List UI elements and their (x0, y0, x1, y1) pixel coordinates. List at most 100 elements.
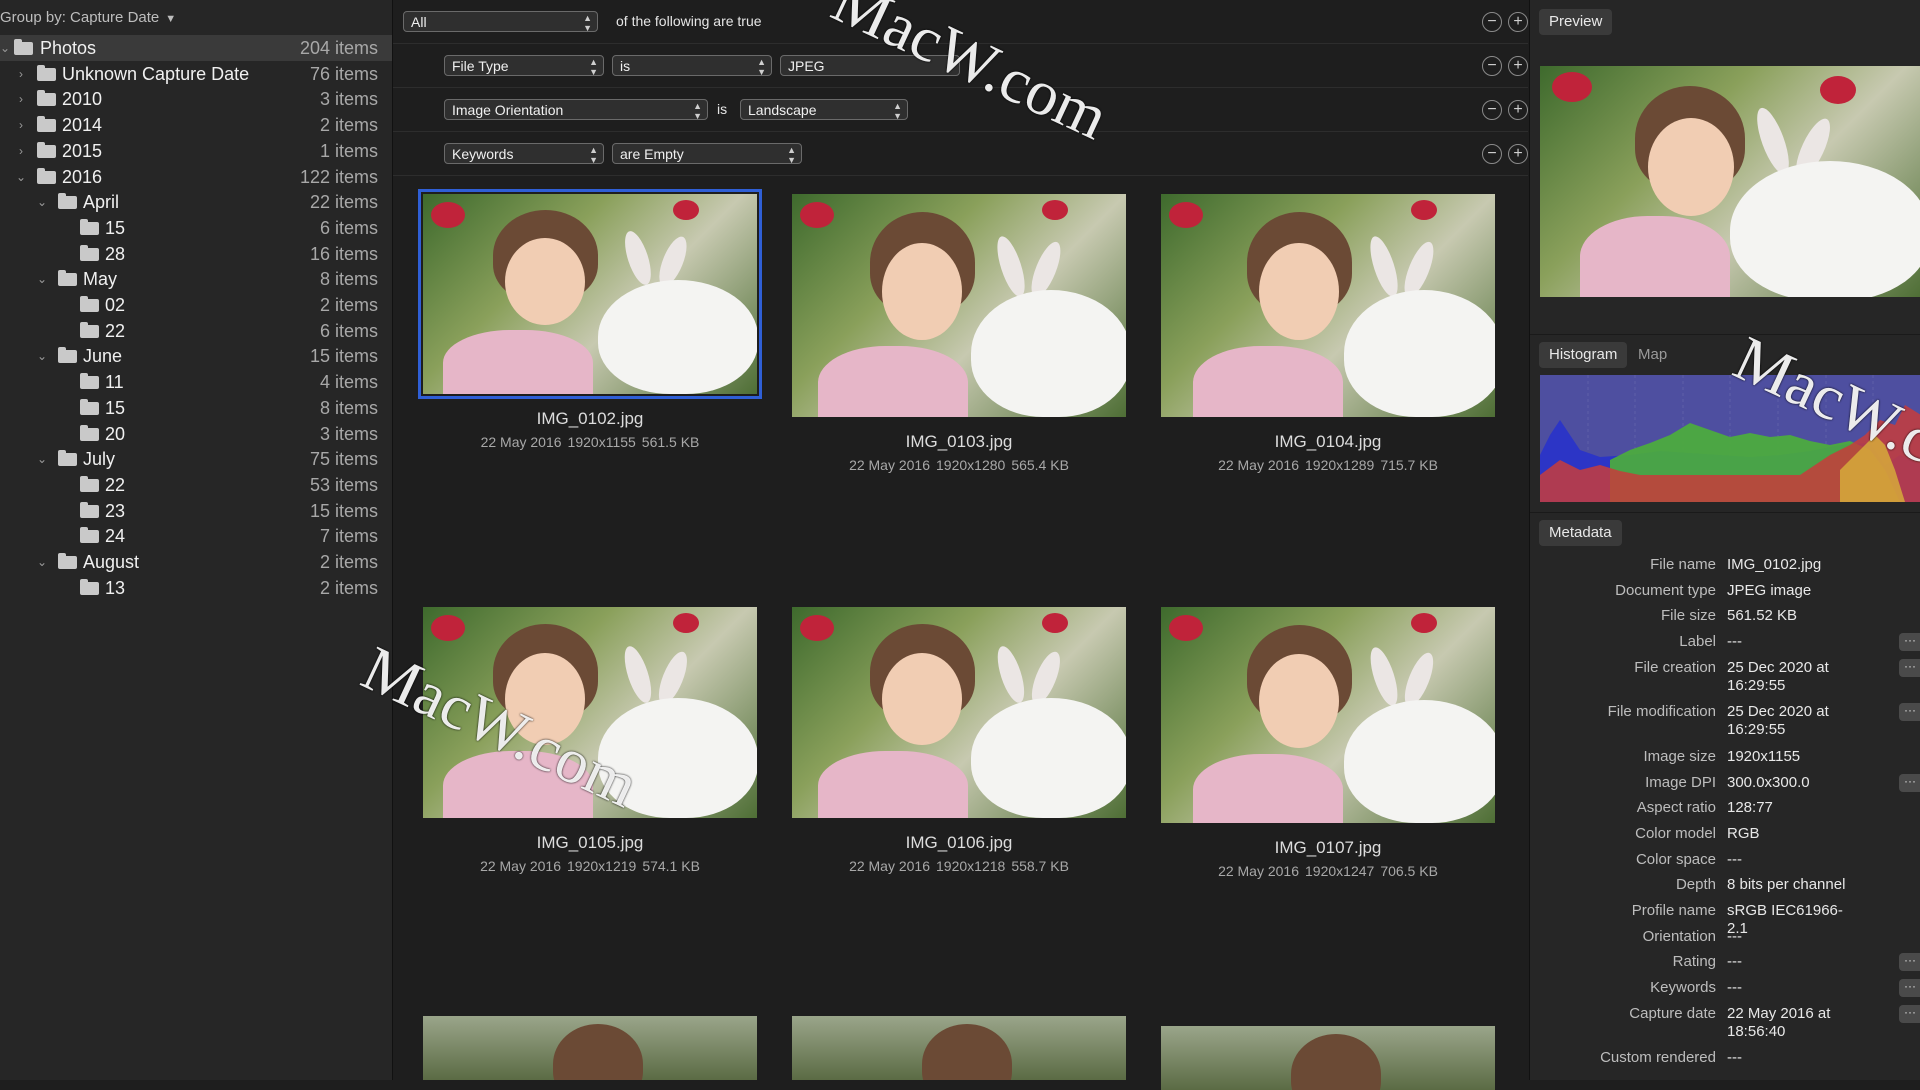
more-icon[interactable]: ··· (1899, 953, 1920, 972)
thumbnail-filename: IMG_0107.jpg (1274, 838, 1382, 857)
thumbnail-image[interactable] (1161, 194, 1495, 417)
sidebar-item[interactable]: 11 4 items (0, 369, 392, 395)
rule-operator-select[interactable]: are Empty ▲ ▼ (612, 143, 802, 164)
sidebar-item[interactable]: 15 8 items (0, 395, 392, 421)
sidebar-item-count: 2 items (319, 577, 378, 598)
rule-value-select[interactable]: JPEG (780, 55, 960, 76)
more-icon[interactable]: ··· (1899, 658, 1920, 677)
match-value: All (411, 14, 427, 30)
sidebar-item[interactable]: ⌄ May 8 items (0, 266, 392, 292)
sidebar-item[interactable]: ⌄ July 75 items (0, 446, 392, 472)
thumbnail-image[interactable] (792, 1016, 1126, 1080)
more-icon[interactable]: ··· (1899, 703, 1920, 722)
updown-icon: ▲ ▼ (757, 57, 766, 76)
chevron-down-icon[interactable]: ⌄ (35, 446, 49, 472)
rule-field-select[interactable]: File Type ▲ ▼ (444, 55, 604, 76)
more-icon[interactable]: ··· (1899, 773, 1920, 792)
flower (1411, 613, 1437, 633)
thumbnail-dims: 1920x1155 (567, 434, 636, 450)
sidebar-item[interactable]: ⌄ June 15 items (0, 343, 392, 369)
girl-figure (818, 750, 968, 818)
divider (1530, 334, 1920, 335)
sidebar-item[interactable]: ⌄ Photos 204 items (0, 35, 392, 61)
remove-rule-button[interactable]: − (1482, 100, 1502, 120)
folder-icon (80, 398, 99, 415)
remove-rule-button[interactable]: − (1482, 144, 1502, 164)
sidebar-item[interactable]: 23 15 items (0, 498, 392, 524)
girl-face (505, 237, 585, 325)
sidebar-item[interactable]: ⌄ April 22 items (0, 189, 392, 215)
metadata-tab[interactable]: Metadata (1539, 520, 1622, 546)
sidebar-item[interactable]: 13 2 items (0, 575, 392, 601)
thumbnail-image[interactable] (418, 189, 762, 399)
remove-rule-button[interactable]: − (1482, 12, 1502, 32)
metadata-value: 22 May 2016 at 18:56:40 (1727, 1004, 1831, 1040)
histogram-svg (1540, 375, 1920, 502)
add-rule-button[interactable]: + (1508, 144, 1528, 164)
rule-value-select[interactable]: Landscape ▲ ▼ (740, 99, 908, 120)
sidebar-item[interactable]: › 2014 2 items (0, 112, 392, 138)
thumbnail-info: 22 May 2016 1920x1289 715.7 KB (1161, 457, 1495, 473)
thumbnail-image[interactable] (423, 1016, 757, 1080)
sidebar-item[interactable]: ⌄ August 2 items (0, 549, 392, 575)
sidebar-item[interactable]: › 2010 3 items (0, 86, 392, 112)
histogram-tab[interactable]: Histogram (1539, 342, 1628, 368)
rule-field-select[interactable]: Image Orientation ▲ ▼ (444, 99, 708, 120)
more-icon[interactable]: ··· (1899, 633, 1920, 652)
plus-icon: + (1513, 145, 1523, 162)
chevron-right-icon[interactable]: › (14, 138, 28, 164)
rule-value: JPEG (788, 58, 825, 74)
rule-operator: is (620, 58, 631, 74)
sidebar-item[interactable]: 22 53 items (0, 472, 392, 498)
flower (673, 200, 699, 220)
match-suffix: of the following are true (616, 13, 762, 29)
add-rule-button[interactable]: + (1508, 56, 1528, 76)
more-icon[interactable]: ··· (1899, 1004, 1920, 1023)
thumbnail-image[interactable] (423, 607, 757, 818)
chevron-right-icon[interactable]: › (14, 61, 28, 87)
sidebar-item[interactable]: 28 16 items (0, 241, 392, 267)
bunny (598, 280, 757, 394)
thumbnail-dims: 1920x1247 (1305, 863, 1375, 879)
chevron-right-icon[interactable]: › (14, 112, 28, 138)
metadata-value: IMG_0102.jpg (1727, 556, 1822, 573)
more-icon[interactable]: ··· (1899, 979, 1920, 998)
remove-rule-button[interactable]: − (1482, 56, 1502, 76)
map-tab[interactable]: Map (1628, 342, 1677, 368)
chevron-down-icon[interactable]: ⌄ (35, 549, 49, 575)
chevron-down-icon[interactable]: ⌄ (35, 266, 49, 292)
group-by-menu[interactable]: Group by: Capture Date ▼ (0, 9, 176, 26)
thumbnail-image[interactable] (1161, 1026, 1495, 1090)
girl-face (882, 242, 962, 340)
thumbnail-image[interactable] (1161, 607, 1495, 823)
chevron-down-icon[interactable]: ⌄ (35, 189, 49, 215)
rule-operator-select[interactable]: is ▲ ▼ (612, 55, 772, 76)
match-select[interactable]: All ▲ ▼ (403, 11, 598, 32)
sidebar-item[interactable]: › 2015 1 items (0, 138, 392, 164)
sidebar-item-count: 8 items (319, 269, 378, 290)
rule-field: Image Orientation (452, 102, 564, 118)
chevron-down-icon[interactable]: ⌄ (35, 343, 49, 369)
chevron-down-icon[interactable]: ⌄ (14, 164, 28, 190)
metadata-value: --- (1727, 633, 1742, 651)
chevron-down-icon[interactable]: ⌄ (0, 35, 12, 61)
sidebar-item-count: 3 items (319, 423, 378, 444)
sidebar-item[interactable]: 15 6 items (0, 215, 392, 241)
thumbnail-image[interactable] (792, 194, 1126, 417)
preview-tab[interactable]: Preview (1539, 9, 1613, 35)
rule-field-select[interactable]: Keywords ▲ ▼ (444, 143, 604, 164)
thumbnail-dims: 1920x1280 (936, 457, 1006, 473)
sidebar-item[interactable]: 02 2 items (0, 292, 392, 318)
chevron-right-icon[interactable]: › (14, 86, 28, 112)
sidebar-item[interactable]: 20 3 items (0, 421, 392, 447)
sidebar-item[interactable]: › Unknown Capture Date 76 items (0, 61, 392, 87)
thumbnail-image[interactable] (792, 607, 1126, 818)
girl-face (882, 653, 962, 746)
sidebar-item[interactable]: ⌄ 2016 122 items (0, 164, 392, 190)
sidebar-item[interactable]: 22 6 items (0, 318, 392, 344)
inspector-panel: Preview Histogram Map Metadata File name… (1529, 0, 1920, 1080)
add-rule-button[interactable]: + (1508, 100, 1528, 120)
sidebar: Group by: Capture Date ▼ ⌄ Photos 204 items… (0, 0, 393, 1080)
sidebar-item[interactable]: 24 7 items (0, 523, 392, 549)
add-rule-button[interactable]: + (1508, 12, 1528, 32)
